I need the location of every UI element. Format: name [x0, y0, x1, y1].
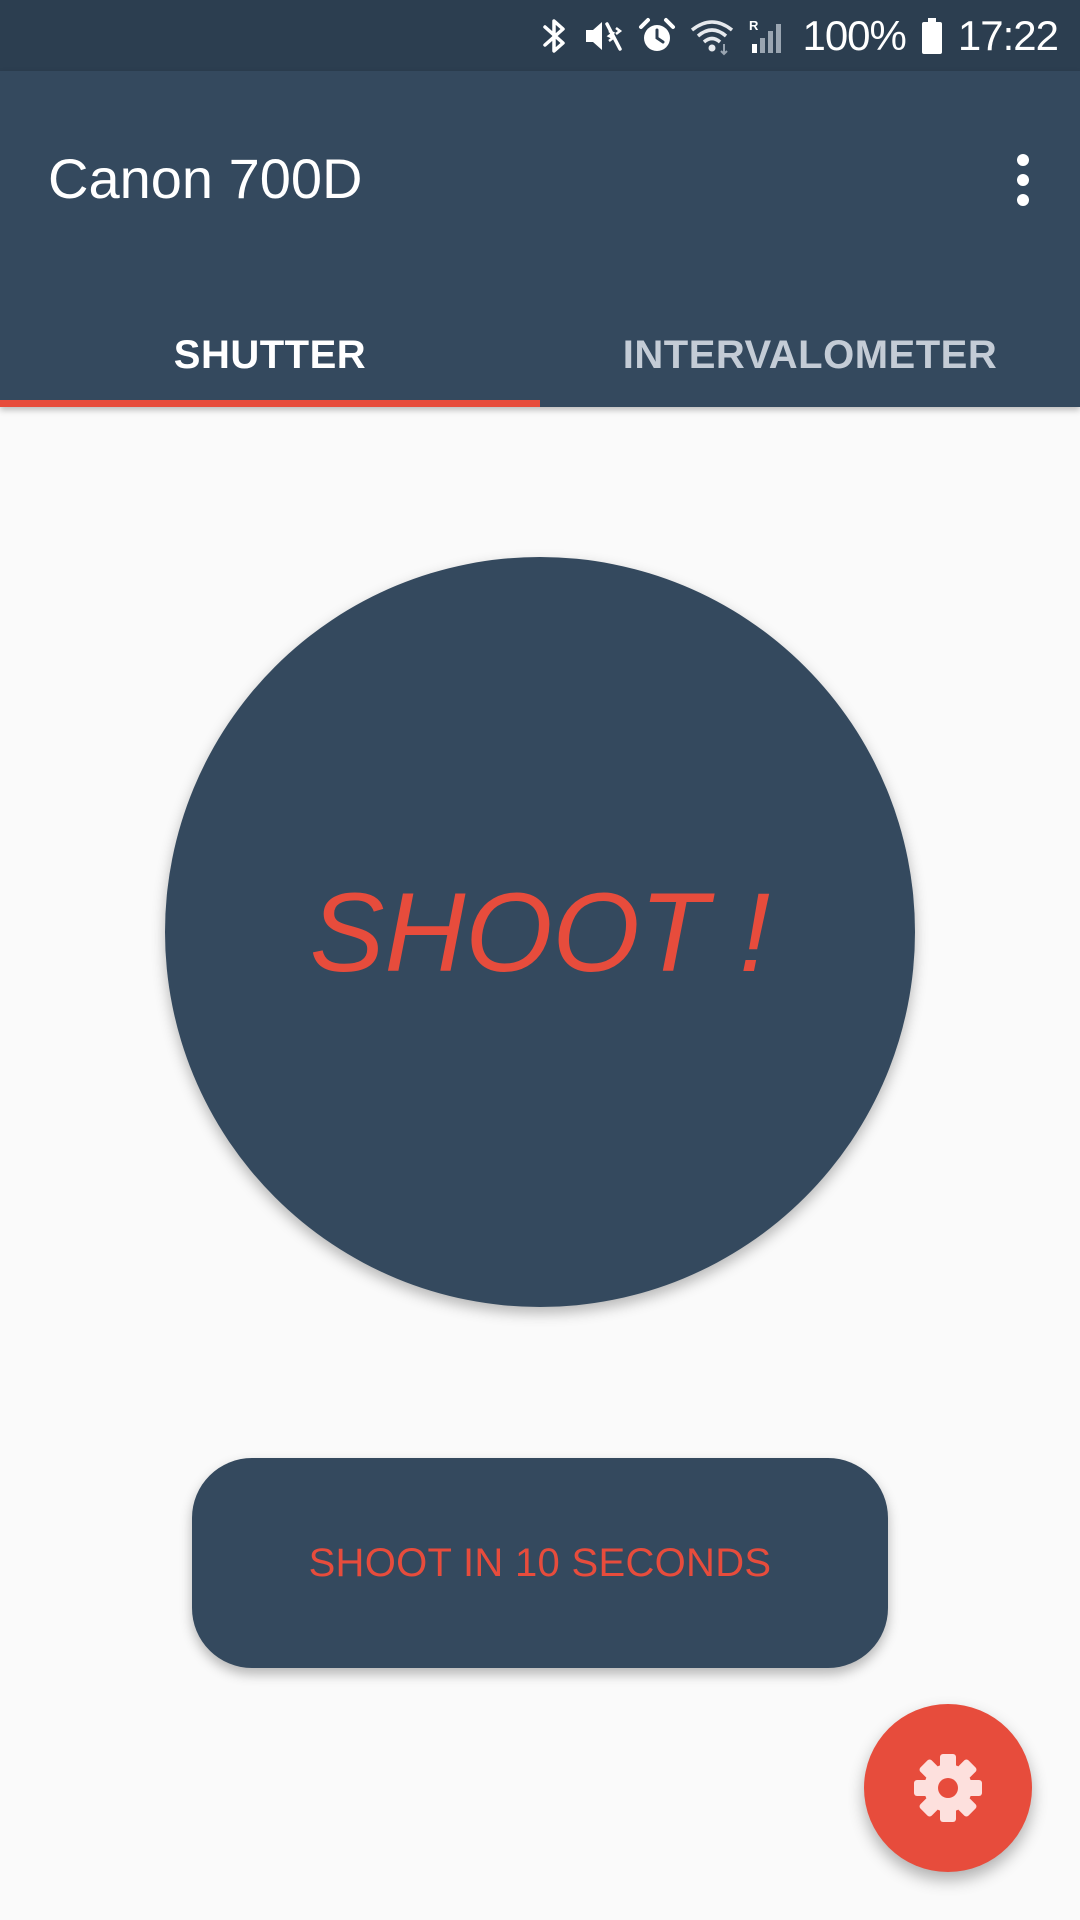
app-title: Canon 700D [48, 147, 363, 210]
shoot-button-label: SHOOT ! [309, 869, 771, 995]
shoot-button[interactable]: SHOOT ! [165, 557, 915, 1307]
battery-percent: 100% [802, 11, 906, 59]
svg-text:R: R [749, 18, 759, 33]
tab-intervalometer[interactable]: INTERVALOMETER [540, 303, 1080, 407]
clock-time: 17:22 [957, 11, 1059, 59]
more-options-button[interactable] [988, 145, 1058, 215]
alarm-icon [638, 16, 676, 56]
wifi-icon [690, 16, 734, 56]
settings-icon [914, 1754, 982, 1822]
vibrate-mute-icon [582, 16, 624, 56]
settings-fab[interactable] [864, 1704, 1032, 1872]
tab-shutter[interactable]: SHUTTER [0, 303, 540, 407]
battery-icon [920, 16, 944, 56]
more-vert-icon [1017, 154, 1029, 206]
status-bar: R 100% 17:22 [0, 0, 1080, 71]
status-icons: R 100% 17:22 [542, 0, 1059, 71]
app-bar: Canon 700D SHUTTER INTERVALOMETER [0, 71, 1080, 407]
shoot-delay-button[interactable]: SHOOT IN 10 SECONDS [192, 1458, 888, 1668]
tab-indicator [0, 400, 540, 407]
bluetooth-icon [542, 16, 568, 56]
shoot-delay-label: SHOOT IN 10 SECONDS [308, 1540, 772, 1585]
signal-icon: R [748, 16, 788, 56]
tab-bar: SHUTTER INTERVALOMETER [0, 303, 1080, 407]
